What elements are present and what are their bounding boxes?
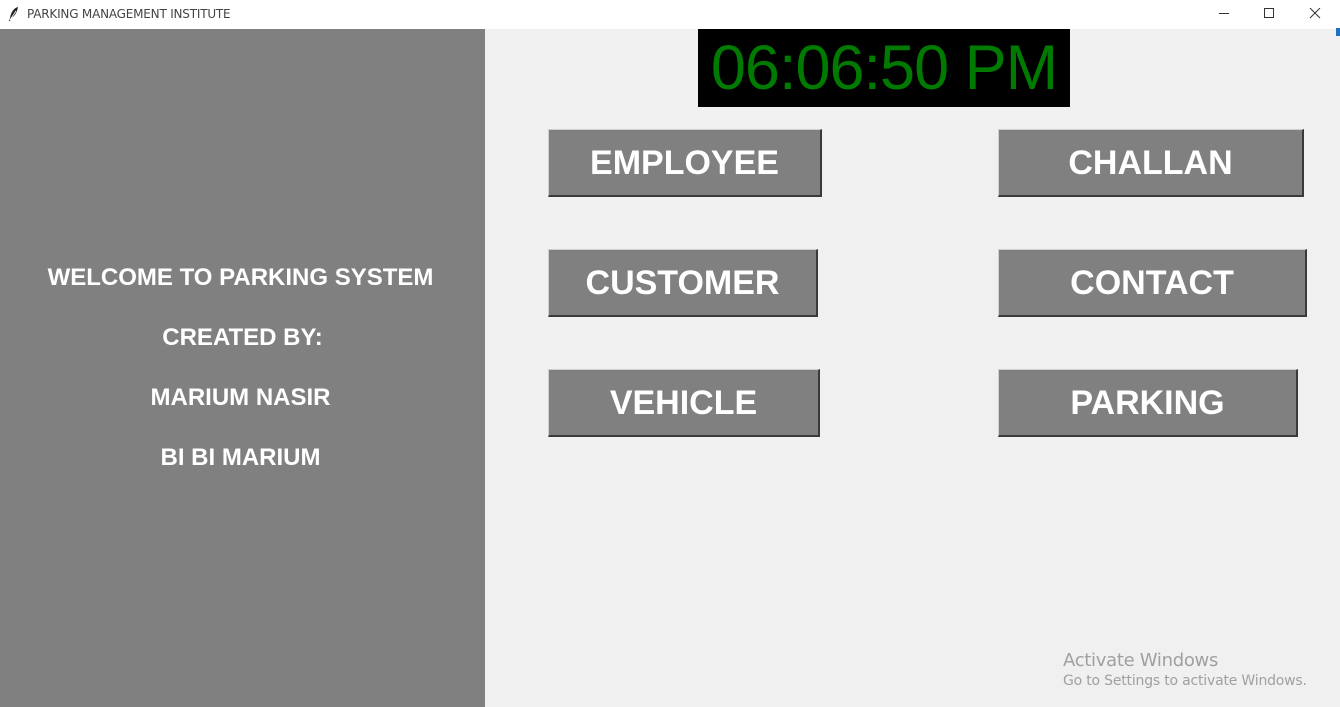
close-button[interactable]	[1292, 0, 1338, 29]
window-title: PARKING MANAGEMENT INSTITUTE	[27, 7, 231, 21]
employee-button[interactable]: EMPLOYEE	[548, 129, 822, 197]
close-icon	[1309, 8, 1321, 19]
welcome-label: WELCOME TO PARKING SYSTEM	[47, 264, 434, 291]
feather-icon	[8, 6, 20, 22]
challan-button[interactable]: CHALLAN	[998, 129, 1304, 197]
info-panel: WELCOME TO PARKING SYSTEM CREATED BY: MA…	[0, 29, 485, 707]
minimize-button[interactable]	[1201, 0, 1247, 29]
author-name-2: BI BI MARIUM	[160, 444, 321, 471]
vehicle-button[interactable]: VEHICLE	[548, 369, 820, 437]
maximize-button[interactable]	[1246, 0, 1292, 29]
customer-button[interactable]: CUSTOMER	[548, 249, 818, 317]
title-bar: PARKING MANAGEMENT INSTITUTE	[0, 0, 1340, 29]
parking-button[interactable]: PARKING	[998, 369, 1298, 437]
author-name-1: MARIUM NASIR	[150, 384, 331, 411]
watermark-subtitle: Go to Settings to activate Windows.	[1063, 673, 1307, 689]
watermark-title: Activate Windows	[1063, 650, 1219, 671]
contact-button[interactable]: CONTACT	[998, 249, 1307, 317]
activate-windows-watermark: Activate Windows Go to Settings to activ…	[1063, 650, 1307, 689]
maximize-icon	[1264, 8, 1274, 18]
minimize-icon	[1219, 13, 1229, 14]
created-by-label: CREATED BY:	[162, 324, 323, 351]
digital-clock: 06:06:50 PM	[698, 29, 1070, 107]
window-edge-accent	[1336, 28, 1340, 36]
